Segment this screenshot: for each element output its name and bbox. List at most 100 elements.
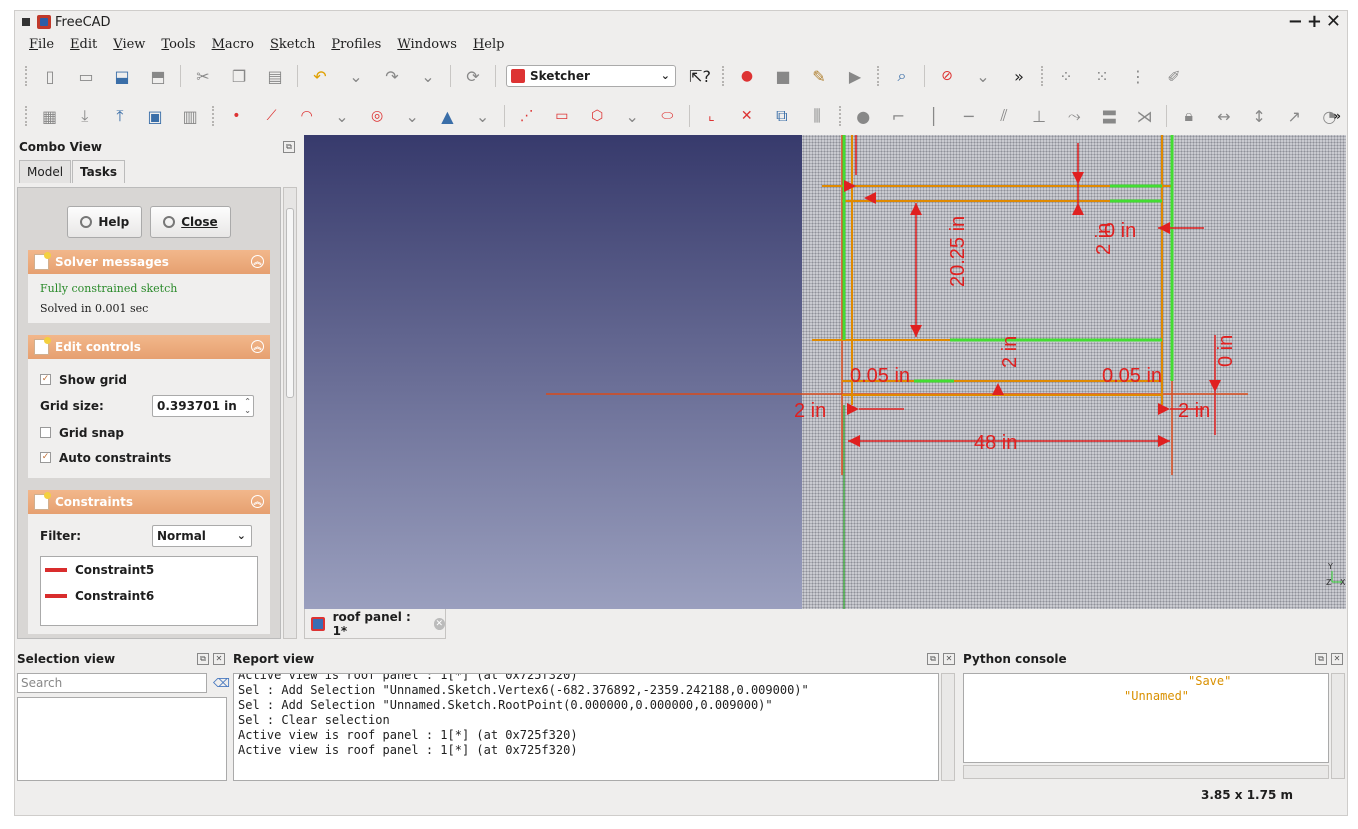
save-as-icon[interactable]: ⬒ xyxy=(146,64,170,88)
help-button[interactable]: Help xyxy=(67,206,143,238)
select-constraints-icon[interactable]: ⁘ xyxy=(1054,64,1078,88)
3d-viewport[interactable]: 20.25 in 2 in 0 in 2 in 0.05 in 0.05 in … xyxy=(304,135,1346,609)
paste-icon[interactable]: ▤ xyxy=(263,64,287,88)
polygon-dropdown-icon[interactable]: ⌄ xyxy=(621,104,644,128)
grid-size-input[interactable]: 0.393701 in ⌃ ⌄ xyxy=(152,395,254,417)
polygon-icon[interactable]: ⬡ xyxy=(585,104,608,128)
view-sketch-icon[interactable]: ⤒ xyxy=(108,104,131,128)
task-scrollbar[interactable] xyxy=(283,187,297,639)
toolbar-overflow-2-icon[interactable]: » xyxy=(1333,109,1341,123)
arc-icon[interactable]: ◠ xyxy=(295,104,318,128)
menu-view[interactable]: View xyxy=(113,37,145,52)
dim-label[interactable]: 2 in xyxy=(999,336,1021,368)
maximize-button[interactable]: + xyxy=(1307,11,1322,33)
float-panel-icon[interactable]: ⧉ xyxy=(283,141,295,153)
copy-icon[interactable]: ❐ xyxy=(227,64,251,88)
vertical-icon[interactable]: │ xyxy=(922,104,945,128)
perpendicular-icon[interactable]: ⊥ xyxy=(1027,104,1050,128)
dim-label[interactable]: 0.05 in xyxy=(1102,365,1162,387)
vertical-distance-icon[interactable]: ↕ xyxy=(1247,104,1270,128)
close-panel-icon[interactable]: ✕ xyxy=(213,653,225,665)
document-tab[interactable]: roof panel : 1* ✕ xyxy=(304,609,446,639)
circle-dropdown-icon[interactable]: ⌄ xyxy=(401,104,424,128)
toolbar-grip[interactable] xyxy=(25,66,28,86)
grid-snap-checkbox[interactable]: Grid snap xyxy=(40,420,258,445)
slot-icon[interactable]: ⬭ xyxy=(656,104,679,128)
auto-constraints-checkbox[interactable]: ✓ Auto constraints xyxy=(40,445,258,470)
console-hscrollbar[interactable] xyxy=(963,765,1329,779)
point-on-object-icon[interactable]: ⌐ xyxy=(887,104,910,128)
filter-select[interactable]: Normal ⌄ xyxy=(152,525,252,547)
tab-tasks[interactable]: Tasks xyxy=(72,160,126,183)
circle-icon[interactable]: ◎ xyxy=(365,104,388,128)
collapse-icon[interactable]: ︽ xyxy=(251,495,264,508)
show-grid-checkbox[interactable]: ✓ Show grid xyxy=(40,367,258,392)
external-geometry-icon[interactable]: ⧉ xyxy=(770,104,793,128)
draw-style-dropdown-icon[interactable]: ⌄ xyxy=(971,64,995,88)
trim-icon[interactable]: ✕ xyxy=(735,104,758,128)
save-icon[interactable]: ⬓ xyxy=(110,64,134,88)
console-vscrollbar[interactable] xyxy=(1331,673,1345,779)
view-fit-icon[interactable]: ⌕ xyxy=(890,64,914,88)
refresh-icon[interactable]: ⟳ xyxy=(461,64,485,88)
map-sketch-icon[interactable]: ▥ xyxy=(179,104,202,128)
menu-sketch[interactable]: Sketch xyxy=(270,37,315,52)
selection-list[interactable] xyxy=(17,697,227,781)
float-panel-icon[interactable]: ⧉ xyxy=(927,653,939,665)
toolbar-overflow-icon[interactable]: » xyxy=(1007,64,1031,88)
close-window-button[interactable]: ✕ xyxy=(1326,11,1341,33)
stop-macro-icon[interactable]: ■ xyxy=(771,64,795,88)
conic-icon[interactable]: ▲ xyxy=(436,104,459,128)
close-panel-icon[interactable]: ✕ xyxy=(1331,653,1343,665)
leave-sketch-icon[interactable]: ⤓ xyxy=(73,104,96,128)
menu-tools[interactable]: Tools xyxy=(161,37,195,52)
report-scrollbar[interactable] xyxy=(941,673,955,781)
menu-edit[interactable]: Edit xyxy=(70,37,97,52)
workbench-selector[interactable]: Sketcher ⌄ xyxy=(506,65,676,87)
float-panel-icon[interactable]: ⧉ xyxy=(197,653,209,665)
dim-label[interactable]: 2 in xyxy=(794,400,826,422)
cut-icon[interactable]: ✂ xyxy=(191,64,215,88)
dim-label[interactable]: 0 in xyxy=(1104,220,1136,242)
point-icon[interactable]: • xyxy=(225,104,248,128)
menu-macro[interactable]: Macro xyxy=(212,37,254,52)
distance-icon[interactable]: ↗ xyxy=(1283,104,1306,128)
collapse-icon[interactable]: ︽ xyxy=(251,340,264,353)
arc-dropdown-icon[interactable]: ⌄ xyxy=(330,104,353,128)
list-item[interactable]: Constraint5 xyxy=(41,557,257,583)
symmetric-icon[interactable]: ⋊ xyxy=(1133,104,1156,128)
tangent-icon[interactable]: ⤳ xyxy=(1063,104,1086,128)
equal-icon[interactable]: 〓 xyxy=(1098,104,1121,128)
dim-label[interactable]: 2 in xyxy=(1178,400,1210,422)
constraints-header[interactable]: Constraints ︽ xyxy=(28,490,270,514)
fillet-icon[interactable]: ⌞ xyxy=(700,104,723,128)
undo-dropdown-icon[interactable]: ⌄ xyxy=(344,64,368,88)
redo-dropdown-icon[interactable]: ⌄ xyxy=(416,64,440,88)
spin-arrows-icon[interactable]: ⌃ ⌄ xyxy=(244,397,251,415)
float-panel-icon[interactable]: ⧉ xyxy=(1315,653,1327,665)
dim-label[interactable]: 0 in xyxy=(1215,335,1237,367)
dim-label[interactable]: 0.05 in xyxy=(850,365,910,387)
dim-label[interactable]: 20.25 in xyxy=(947,216,969,287)
horizontal-icon[interactable]: ─ xyxy=(957,104,980,128)
coincident-icon[interactable]: ● xyxy=(852,104,875,128)
view-section-icon[interactable]: ▣ xyxy=(143,104,166,128)
solver-messages-header[interactable]: Solver messages ︽ xyxy=(28,250,270,274)
horizontal-distance-icon[interactable]: ↔ xyxy=(1212,104,1235,128)
rectangle-icon[interactable]: ▭ xyxy=(550,104,573,128)
restore-icon[interactable]: ✐ xyxy=(1162,64,1186,88)
open-file-icon[interactable]: ▭ xyxy=(74,64,98,88)
close-panel-icon[interactable]: ✕ xyxy=(943,653,955,665)
parallel-icon[interactable]: ⫽ xyxy=(992,104,1015,128)
select-elements-icon[interactable]: ⋮ xyxy=(1126,64,1150,88)
dim-label[interactable]: 48 in xyxy=(974,432,1017,454)
menu-profiles[interactable]: Profiles xyxy=(331,37,381,52)
minimize-button[interactable]: − xyxy=(1288,11,1303,33)
report-log[interactable]: Active view is roof panel : 1[*] (at 0x7… xyxy=(233,673,939,781)
collapse-icon[interactable]: ︽ xyxy=(251,255,264,268)
edit-macro-icon[interactable]: ✎ xyxy=(807,64,831,88)
lock-icon[interactable]: 🔒︎ xyxy=(1177,104,1200,128)
clear-search-icon[interactable]: ⌫ xyxy=(213,676,230,690)
python-console-output[interactable]: "Save" "Unnamed" xyxy=(963,673,1329,763)
edit-controls-header[interactable]: Edit controls ︽ xyxy=(28,335,270,359)
